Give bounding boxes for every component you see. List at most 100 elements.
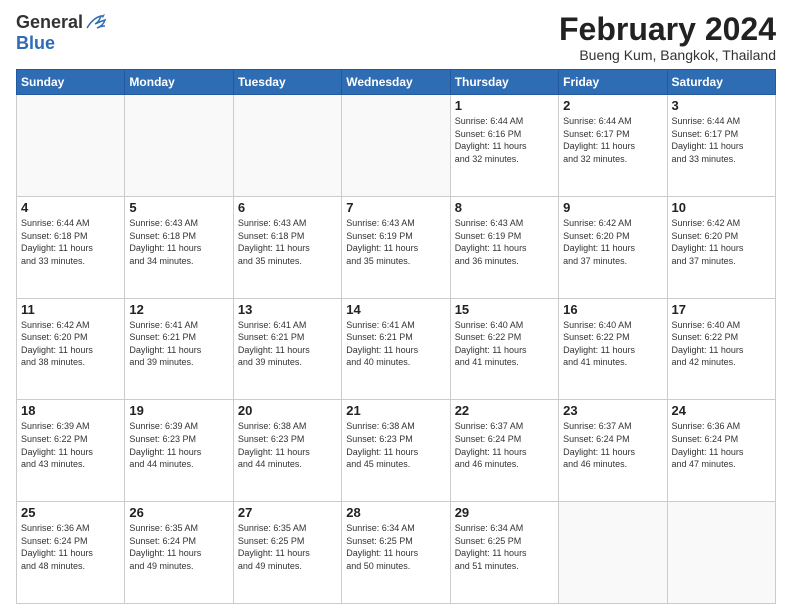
calendar-cell: 6 Sunrise: 6:43 AM Sunset: 6:18 PM Daylig… (233, 196, 341, 298)
day-number: 13 (238, 302, 337, 317)
day-info: Sunrise: 6:40 AM Sunset: 6:22 PM Dayligh… (455, 319, 554, 369)
day-number: 28 (346, 505, 445, 520)
calendar-cell: 9 Sunrise: 6:42 AM Sunset: 6:20 PM Daylig… (559, 196, 667, 298)
calendar-cell (17, 95, 125, 197)
header: General Blue February 2024 Bueng Kum, Ba… (16, 12, 776, 63)
calendar-table: SundayMondayTuesdayWednesdayThursdayFrid… (16, 69, 776, 604)
month-title: February 2024 (559, 12, 776, 47)
calendar-cell: 16 Sunrise: 6:40 AM Sunset: 6:22 PM Dayli… (559, 298, 667, 400)
day-info: Sunrise: 6:39 AM Sunset: 6:22 PM Dayligh… (21, 420, 120, 470)
day-number: 23 (563, 403, 662, 418)
day-number: 25 (21, 505, 120, 520)
day-number: 21 (346, 403, 445, 418)
day-number: 12 (129, 302, 228, 317)
day-info: Sunrise: 6:35 AM Sunset: 6:25 PM Dayligh… (238, 522, 337, 572)
day-number: 16 (563, 302, 662, 317)
weekday-header-sunday: Sunday (17, 70, 125, 95)
day-info: Sunrise: 6:40 AM Sunset: 6:22 PM Dayligh… (563, 319, 662, 369)
day-number: 15 (455, 302, 554, 317)
calendar-cell: 13 Sunrise: 6:41 AM Sunset: 6:21 PM Dayli… (233, 298, 341, 400)
day-info: Sunrise: 6:39 AM Sunset: 6:23 PM Dayligh… (129, 420, 228, 470)
calendar-cell: 1Sunrise: 6:44 AM Sunset: 6:16 PM Daylig… (450, 95, 558, 197)
day-number: 17 (672, 302, 771, 317)
day-number: 9 (563, 200, 662, 215)
day-info: Sunrise: 6:42 AM Sunset: 6:20 PM Dayligh… (563, 217, 662, 267)
day-number: 27 (238, 505, 337, 520)
calendar-cell: 23 Sunrise: 6:37 AM Sunset: 6:24 PM Dayli… (559, 400, 667, 502)
weekday-header-monday: Monday (125, 70, 233, 95)
calendar-cell: 3 Sunrise: 6:44 AM Sunset: 6:17 PM Daylig… (667, 95, 775, 197)
calendar-cell: 8 Sunrise: 6:43 AM Sunset: 6:19 PM Daylig… (450, 196, 558, 298)
calendar-week-0: 1Sunrise: 6:44 AM Sunset: 6:16 PM Daylig… (17, 95, 776, 197)
day-info: Sunrise: 6:35 AM Sunset: 6:24 PM Dayligh… (129, 522, 228, 572)
day-number: 3 (672, 98, 771, 113)
day-info: Sunrise: 6:36 AM Sunset: 6:24 PM Dayligh… (672, 420, 771, 470)
day-number: 18 (21, 403, 120, 418)
calendar-cell: 4Sunrise: 6:44 AM Sunset: 6:18 PM Daylig… (17, 196, 125, 298)
day-info: Sunrise: 6:43 AM Sunset: 6:19 PM Dayligh… (455, 217, 554, 267)
day-number: 7 (346, 200, 445, 215)
calendar-cell (667, 502, 775, 604)
day-info: Sunrise: 6:43 AM Sunset: 6:18 PM Dayligh… (129, 217, 228, 267)
day-number: 2 (563, 98, 662, 113)
day-number: 10 (672, 200, 771, 215)
calendar-cell: 12Sunrise: 6:41 AM Sunset: 6:21 PM Dayli… (125, 298, 233, 400)
day-info: Sunrise: 6:38 AM Sunset: 6:23 PM Dayligh… (238, 420, 337, 470)
day-info: Sunrise: 6:42 AM Sunset: 6:20 PM Dayligh… (672, 217, 771, 267)
day-number: 14 (346, 302, 445, 317)
day-info: Sunrise: 6:37 AM Sunset: 6:24 PM Dayligh… (455, 420, 554, 470)
day-info: Sunrise: 6:44 AM Sunset: 6:17 PM Dayligh… (672, 115, 771, 165)
day-info: Sunrise: 6:44 AM Sunset: 6:16 PM Dayligh… (455, 115, 554, 165)
day-number: 19 (129, 403, 228, 418)
day-number: 6 (238, 200, 337, 215)
day-info: Sunrise: 6:43 AM Sunset: 6:19 PM Dayligh… (346, 217, 445, 267)
page: General Blue February 2024 Bueng Kum, Ba… (0, 0, 792, 612)
day-number: 24 (672, 403, 771, 418)
calendar-cell: 19 Sunrise: 6:39 AM Sunset: 6:23 PM Dayli… (125, 400, 233, 502)
calendar-cell: 2 Sunrise: 6:44 AM Sunset: 6:17 PM Daylig… (559, 95, 667, 197)
day-number: 29 (455, 505, 554, 520)
calendar-cell: 7 Sunrise: 6:43 AM Sunset: 6:19 PM Daylig… (342, 196, 450, 298)
calendar-cell: 26 Sunrise: 6:35 AM Sunset: 6:24 PM Dayli… (125, 502, 233, 604)
day-number: 26 (129, 505, 228, 520)
calendar-week-3: 18 Sunrise: 6:39 AM Sunset: 6:22 PM Dayli… (17, 400, 776, 502)
logo-blue-text: Blue (16, 33, 55, 53)
day-info: Sunrise: 6:34 AM Sunset: 6:25 PM Dayligh… (346, 522, 445, 572)
day-number: 8 (455, 200, 554, 215)
day-number: 5 (129, 200, 228, 215)
day-number: 11 (21, 302, 120, 317)
calendar-cell: 20 Sunrise: 6:38 AM Sunset: 6:23 PM Dayli… (233, 400, 341, 502)
calendar-week-1: 4Sunrise: 6:44 AM Sunset: 6:18 PM Daylig… (17, 196, 776, 298)
logo-bird-icon (85, 14, 107, 32)
day-info: Sunrise: 6:42 AM Sunset: 6:20 PM Dayligh… (21, 319, 120, 369)
day-info: Sunrise: 6:37 AM Sunset: 6:24 PM Dayligh… (563, 420, 662, 470)
calendar-cell (342, 95, 450, 197)
day-info: Sunrise: 6:41 AM Sunset: 6:21 PM Dayligh… (346, 319, 445, 369)
weekday-header-friday: Friday (559, 70, 667, 95)
day-info: Sunrise: 6:36 AM Sunset: 6:24 PM Dayligh… (21, 522, 120, 572)
day-number: 22 (455, 403, 554, 418)
day-info: Sunrise: 6:41 AM Sunset: 6:21 PM Dayligh… (238, 319, 337, 369)
calendar-cell: 14 Sunrise: 6:41 AM Sunset: 6:21 PM Dayli… (342, 298, 450, 400)
day-info: Sunrise: 6:44 AM Sunset: 6:17 PM Dayligh… (563, 115, 662, 165)
day-info: Sunrise: 6:40 AM Sunset: 6:22 PM Dayligh… (672, 319, 771, 369)
weekday-header-tuesday: Tuesday (233, 70, 341, 95)
calendar-cell (233, 95, 341, 197)
weekday-header-thursday: Thursday (450, 70, 558, 95)
day-number: 20 (238, 403, 337, 418)
day-info: Sunrise: 6:43 AM Sunset: 6:18 PM Dayligh… (238, 217, 337, 267)
weekday-header-row: SundayMondayTuesdayWednesdayThursdayFrid… (17, 70, 776, 95)
calendar-cell (559, 502, 667, 604)
calendar-cell: 25 Sunrise: 6:36 AM Sunset: 6:24 PM Dayli… (17, 502, 125, 604)
calendar-cell: 15 Sunrise: 6:40 AM Sunset: 6:22 PM Dayli… (450, 298, 558, 400)
title-block: February 2024 Bueng Kum, Bangkok, Thaila… (559, 12, 776, 63)
calendar-cell: 27 Sunrise: 6:35 AM Sunset: 6:25 PM Dayli… (233, 502, 341, 604)
day-info: Sunrise: 6:34 AM Sunset: 6:25 PM Dayligh… (455, 522, 554, 572)
calendar-week-4: 25 Sunrise: 6:36 AM Sunset: 6:24 PM Dayli… (17, 502, 776, 604)
calendar-cell: 11 Sunrise: 6:42 AM Sunset: 6:20 PM Dayli… (17, 298, 125, 400)
day-info: Sunrise: 6:44 AM Sunset: 6:18 PM Dayligh… (21, 217, 120, 267)
calendar-week-2: 11 Sunrise: 6:42 AM Sunset: 6:20 PM Dayli… (17, 298, 776, 400)
calendar-cell: 22 Sunrise: 6:37 AM Sunset: 6:24 PM Dayli… (450, 400, 558, 502)
location: Bueng Kum, Bangkok, Thailand (559, 47, 776, 63)
weekday-header-saturday: Saturday (667, 70, 775, 95)
